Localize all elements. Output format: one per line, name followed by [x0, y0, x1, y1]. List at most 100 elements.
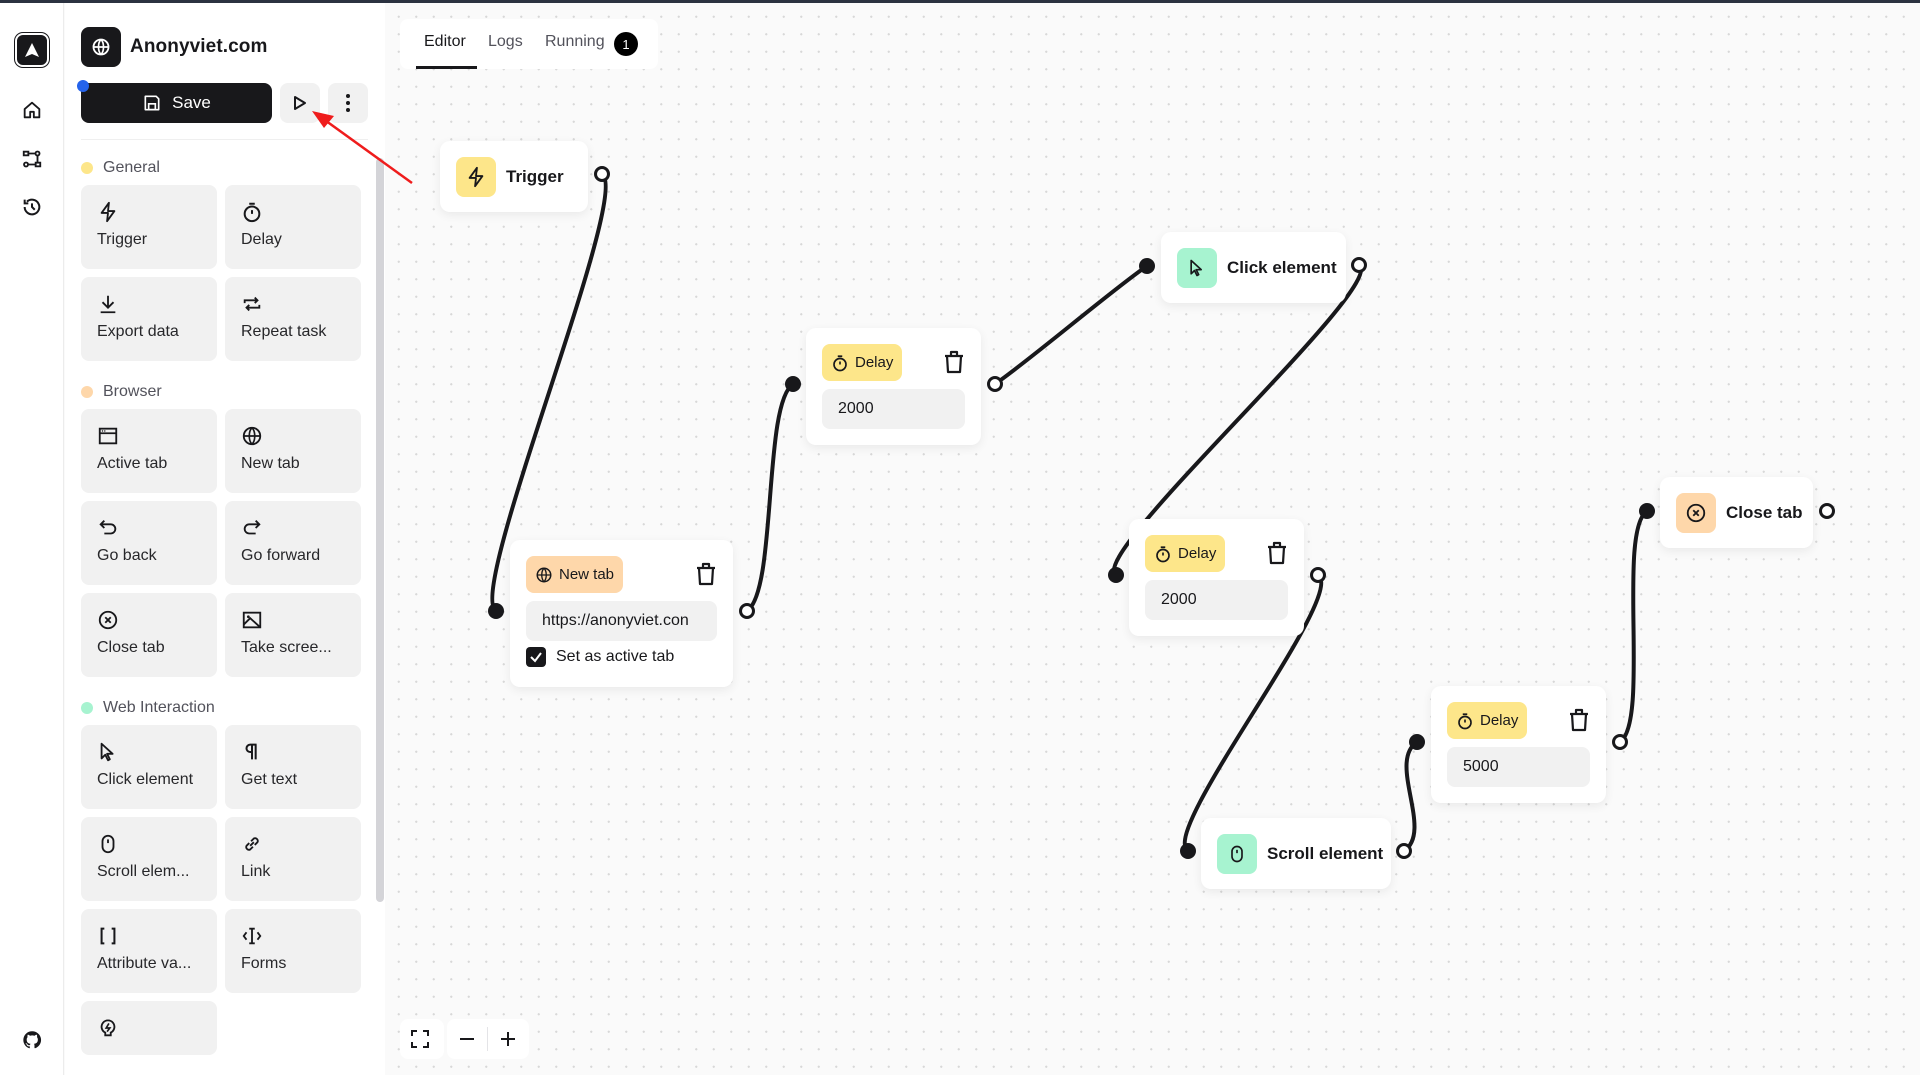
delay-output-handle[interactable]: [1310, 567, 1326, 583]
stopwatch-icon: [1156, 545, 1170, 562]
block-attribute-va[interactable]: Attribute va...: [81, 909, 217, 993]
node-label: Delay: [855, 354, 894, 371]
block-click-element[interactable]: Click element: [81, 725, 217, 809]
history-icon[interactable]: [21, 196, 43, 218]
zoom-out-button[interactable]: [447, 1019, 487, 1059]
block-label: Delay: [241, 231, 282, 248]
section-label: General: [103, 159, 160, 176]
node-chip: Delay: [822, 344, 903, 381]
stopwatch-icon: [1458, 712, 1472, 729]
delay-output-handle[interactable]: [987, 376, 1003, 392]
block-go-forward[interactable]: Go forward: [225, 501, 361, 585]
block-trigger[interactable]: Trigger: [81, 185, 217, 269]
block-new-tab[interactable]: New tab: [225, 409, 361, 493]
mouse-icon: [1231, 845, 1243, 862]
trash-icon[interactable]: [943, 350, 965, 374]
unsaved-indicator: [77, 80, 89, 92]
new-tab-input-handle[interactable]: [488, 603, 504, 619]
tab-editor[interactable]: Editor: [424, 33, 466, 51]
zoom-in-button[interactable]: [488, 1019, 528, 1059]
block-close-tab[interactable]: Close tab: [81, 593, 217, 677]
node-close-tab[interactable]: Close tab: [1660, 477, 1813, 548]
more-options-button[interactable]: [328, 83, 368, 123]
scroll-element-input-handle[interactable]: [1180, 843, 1196, 859]
lightbulb-icon: [100, 1019, 116, 1037]
window-icon: [98, 427, 118, 445]
block-go-back[interactable]: Go back: [81, 501, 217, 585]
new-tab-output-handle[interactable]: [739, 603, 755, 619]
block-scroll-elem[interactable]: Scroll elem...: [81, 817, 217, 901]
click-element-output-handle[interactable]: [1351, 257, 1367, 273]
node-delay[interactable]: Delay 2000: [1129, 519, 1304, 636]
block-active-tab[interactable]: Active tab: [81, 409, 217, 493]
block-label: Link: [241, 863, 271, 880]
block-label: Go back: [97, 547, 157, 564]
play-icon: [294, 96, 306, 110]
node-click-element[interactable]: Click element: [1161, 232, 1346, 303]
node-delay[interactable]: Delay 5000: [1431, 686, 1606, 803]
block-take-scree[interactable]: Take scree...: [225, 593, 361, 677]
block-lightbulb[interactable]: [81, 1001, 217, 1055]
github-icon[interactable]: [21, 1029, 43, 1051]
lightning-icon: [100, 201, 116, 223]
active-tab-checkbox-row[interactable]: Set as active tab: [526, 647, 674, 667]
trash-icon[interactable]: [1568, 708, 1590, 732]
node-chip: Delay: [1145, 535, 1226, 572]
node-delay[interactable]: Delay 2000: [806, 328, 981, 445]
close-circle-icon: [98, 610, 118, 630]
save-button[interactable]: Save: [81, 83, 272, 123]
node-new-tab[interactable]: New tab https://anonyviet.con Set as act…: [510, 540, 733, 687]
section-color-dot: [81, 386, 93, 398]
workflow-icon-badge[interactable]: [81, 27, 121, 67]
node-icon-box: [1217, 833, 1257, 874]
block-delay[interactable]: Delay: [225, 185, 361, 269]
node-trigger[interactable]: Trigger: [440, 141, 588, 212]
run-workflow-button[interactable]: [280, 83, 320, 123]
active-tab-checkbox[interactable]: [526, 647, 546, 667]
delay-input[interactable]: 5000: [1447, 747, 1590, 787]
node-scroll-element[interactable]: Scroll element: [1201, 818, 1391, 889]
close-tab-input-handle[interactable]: [1639, 503, 1655, 519]
block-export-data[interactable]: Export data: [81, 277, 217, 361]
close-tab-output-handle[interactable]: [1819, 503, 1835, 519]
delay-input[interactable]: 2000: [1145, 580, 1288, 620]
running-count-badge: 1: [614, 32, 638, 56]
save-label: Save: [172, 93, 211, 112]
url-input[interactable]: https://anonyviet.con: [526, 601, 717, 641]
trash-icon[interactable]: [1266, 541, 1288, 565]
block-label: Forms: [241, 955, 287, 972]
home-icon[interactable]: [21, 99, 43, 121]
workflow-icon[interactable]: [21, 148, 43, 170]
paragraph-icon: [245, 743, 257, 760]
download-icon: [100, 295, 116, 314]
block-repeat-task[interactable]: Repeat task: [225, 277, 361, 361]
trash-icon[interactable]: [695, 562, 717, 586]
nav-rail: [0, 3, 64, 1075]
delay-input-handle[interactable]: [1108, 567, 1124, 583]
delay-input[interactable]: 2000: [822, 389, 965, 429]
tab-running[interactable]: Running: [545, 33, 605, 51]
sidebar-scrollbar[interactable]: [376, 158, 384, 902]
scroll-element-output-handle[interactable]: [1396, 843, 1412, 859]
block-forms[interactable]: Forms: [225, 909, 361, 993]
block-link[interactable]: Link: [225, 817, 361, 901]
click-element-input-handle[interactable]: [1139, 258, 1155, 274]
block-label: Click element: [97, 771, 194, 788]
delay-input-handle[interactable]: [1409, 734, 1425, 750]
minus-icon: [460, 1038, 474, 1040]
delay-input-handle[interactable]: [785, 376, 801, 392]
brackets-icon: [100, 927, 116, 945]
app-logo[interactable]: [15, 33, 49, 67]
trigger-output-handle[interactable]: [594, 166, 610, 182]
stopwatch-icon: [833, 354, 847, 371]
workflow-title[interactable]: Anonyviet.com: [130, 36, 268, 58]
fit-view-control: [400, 1019, 444, 1059]
tab-logs[interactable]: Logs: [488, 33, 523, 51]
node-chip: New tab: [526, 556, 624, 593]
block-get-text[interactable]: Get text: [225, 725, 361, 809]
undo-icon: [99, 520, 117, 535]
node-icon-box: [456, 156, 496, 197]
delay-output-handle[interactable]: [1612, 734, 1628, 750]
fit-view-button[interactable]: [400, 1019, 440, 1059]
block-label: Export data: [97, 323, 179, 340]
